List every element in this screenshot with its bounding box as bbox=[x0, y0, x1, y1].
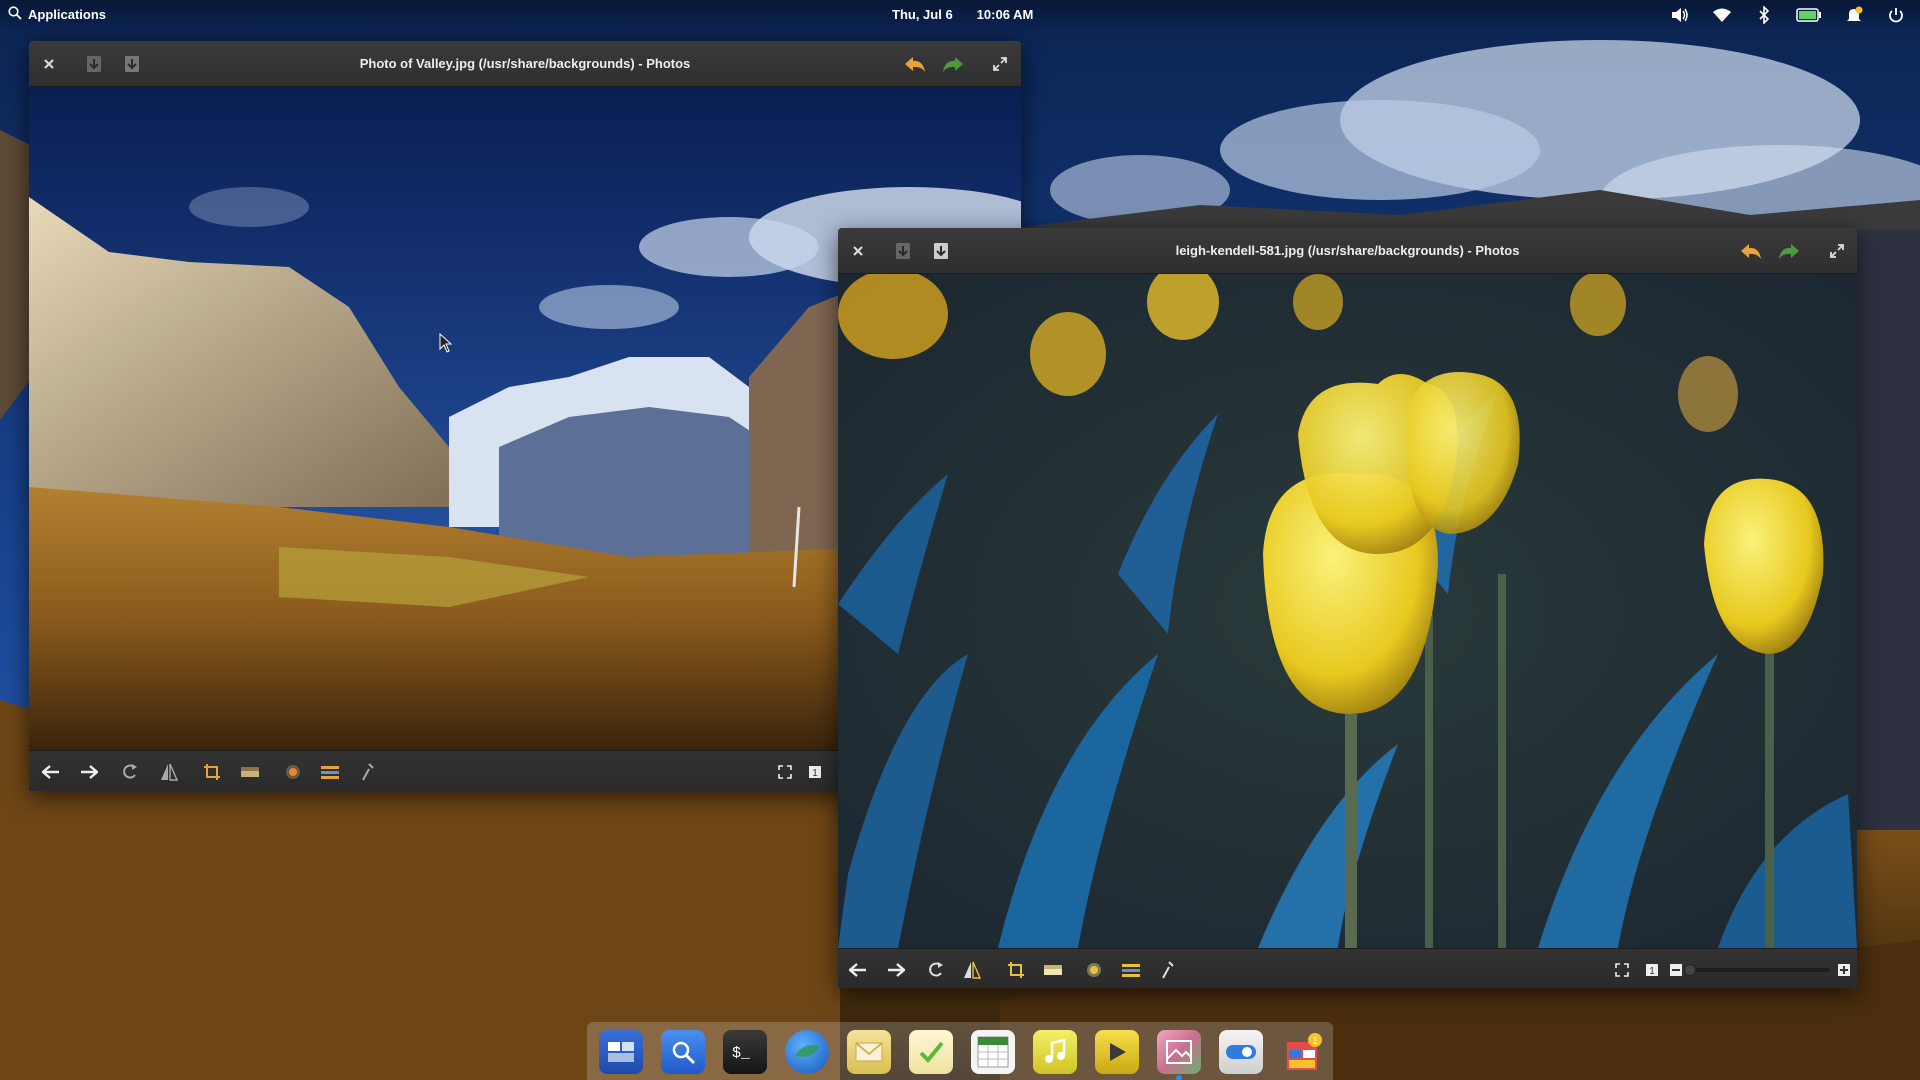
notifications-icon[interactable] bbox=[1844, 5, 1864, 25]
photo-tulips[interactable] bbox=[838, 274, 1857, 948]
crop-icon[interactable] bbox=[200, 760, 224, 784]
crop-icon[interactable] bbox=[1004, 958, 1028, 982]
redeye-icon[interactable] bbox=[1082, 958, 1106, 982]
datetime-indicator[interactable]: Thu, Jul 6 10:06 AM bbox=[892, 7, 1033, 22]
videos-icon[interactable] bbox=[1095, 1030, 1139, 1074]
straighten-icon[interactable] bbox=[1041, 958, 1065, 982]
system-indicators bbox=[1670, 5, 1906, 25]
running-indicator bbox=[1176, 1075, 1182, 1080]
calendar-icon[interactable] bbox=[971, 1030, 1015, 1074]
enhance-icon[interactable] bbox=[355, 760, 379, 784]
forward-arrow-icon[interactable] bbox=[884, 958, 908, 982]
multitasking-view-icon[interactable] bbox=[599, 1030, 643, 1074]
battery-icon[interactable] bbox=[1796, 5, 1822, 25]
zoom-slider-handle[interactable] bbox=[1684, 964, 1696, 976]
fullscreen-icon[interactable] bbox=[989, 53, 1011, 75]
search-icon bbox=[8, 6, 22, 23]
power-icon[interactable] bbox=[1886, 5, 1906, 25]
window-title: Photo of Valley.jpg (/usr/share/backgrou… bbox=[359, 56, 691, 71]
forward-arrow-icon[interactable] bbox=[77, 760, 101, 784]
photos-icon[interactable] bbox=[1157, 1030, 1201, 1074]
svg-text:1: 1 bbox=[812, 768, 818, 779]
undo-icon[interactable] bbox=[1740, 240, 1762, 262]
fit-screen-icon[interactable] bbox=[1610, 958, 1634, 982]
dock: $_ 1 bbox=[587, 1022, 1333, 1080]
svg-text:1: 1 bbox=[1649, 966, 1655, 977]
redo-icon[interactable] bbox=[942, 53, 964, 75]
top-panel: Applications Thu, Jul 6 10:06 AM bbox=[0, 0, 1920, 30]
date-label: Thu, Jul 6 bbox=[892, 7, 953, 22]
tasks-icon[interactable] bbox=[909, 1030, 953, 1074]
mail-icon[interactable] bbox=[847, 1030, 891, 1074]
bluetooth-icon[interactable] bbox=[1754, 5, 1774, 25]
flip-icon[interactable] bbox=[157, 760, 181, 784]
back-arrow-icon[interactable] bbox=[39, 760, 63, 784]
mouse-cursor bbox=[439, 332, 453, 358]
wifi-icon[interactable] bbox=[1712, 5, 1732, 25]
redeye-icon[interactable] bbox=[281, 760, 305, 784]
applications-menu[interactable]: Applications bbox=[8, 6, 106, 23]
straighten-icon[interactable] bbox=[238, 760, 262, 784]
system-settings-icon[interactable] bbox=[1219, 1030, 1263, 1074]
zoom-slider[interactable] bbox=[1684, 964, 1830, 976]
rotate-icon[interactable] bbox=[924, 958, 948, 982]
adjust-icon[interactable] bbox=[318, 760, 342, 784]
actual-size-icon[interactable]: 1 bbox=[803, 760, 827, 784]
music-icon[interactable] bbox=[1033, 1030, 1077, 1074]
web-browser-icon[interactable] bbox=[785, 1030, 829, 1074]
photo-toolbar: 1 bbox=[838, 948, 1857, 988]
rotate-icon[interactable] bbox=[118, 760, 142, 784]
fit-screen-icon[interactable] bbox=[773, 760, 797, 784]
flip-icon[interactable] bbox=[960, 958, 984, 982]
undo-icon[interactable] bbox=[904, 53, 926, 75]
titlebar[interactable]: leigh-kendell-581.jpg (/usr/share/backgr… bbox=[838, 228, 1857, 274]
adjust-icon[interactable] bbox=[1119, 958, 1143, 982]
volume-icon[interactable] bbox=[1670, 5, 1690, 25]
appcenter-icon[interactable]: 1 bbox=[1281, 1030, 1325, 1074]
terminal-icon[interactable]: $_ bbox=[723, 1030, 767, 1074]
files-icon[interactable] bbox=[661, 1030, 705, 1074]
svg-text:$_: $_ bbox=[732, 1045, 751, 1062]
window-title: leigh-kendell-581.jpg (/usr/share/backgr… bbox=[1175, 243, 1520, 258]
back-arrow-icon[interactable] bbox=[846, 958, 870, 982]
time-label: 10:06 AM bbox=[976, 7, 1034, 22]
actual-size-icon[interactable]: 1 bbox=[1640, 958, 1664, 982]
zoom-in-icon[interactable] bbox=[1832, 958, 1856, 982]
photos-window-tulips[interactable]: leigh-kendell-581.jpg (/usr/share/backgr… bbox=[838, 228, 1857, 988]
applications-label: Applications bbox=[28, 7, 107, 22]
enhance-icon[interactable] bbox=[1155, 958, 1179, 982]
titlebar[interactable]: Photo of Valley.jpg (/usr/share/backgrou… bbox=[29, 41, 1021, 87]
fullscreen-icon[interactable] bbox=[1826, 240, 1848, 262]
redo-icon[interactable] bbox=[1778, 240, 1800, 262]
svg-text:1: 1 bbox=[1312, 1036, 1318, 1047]
